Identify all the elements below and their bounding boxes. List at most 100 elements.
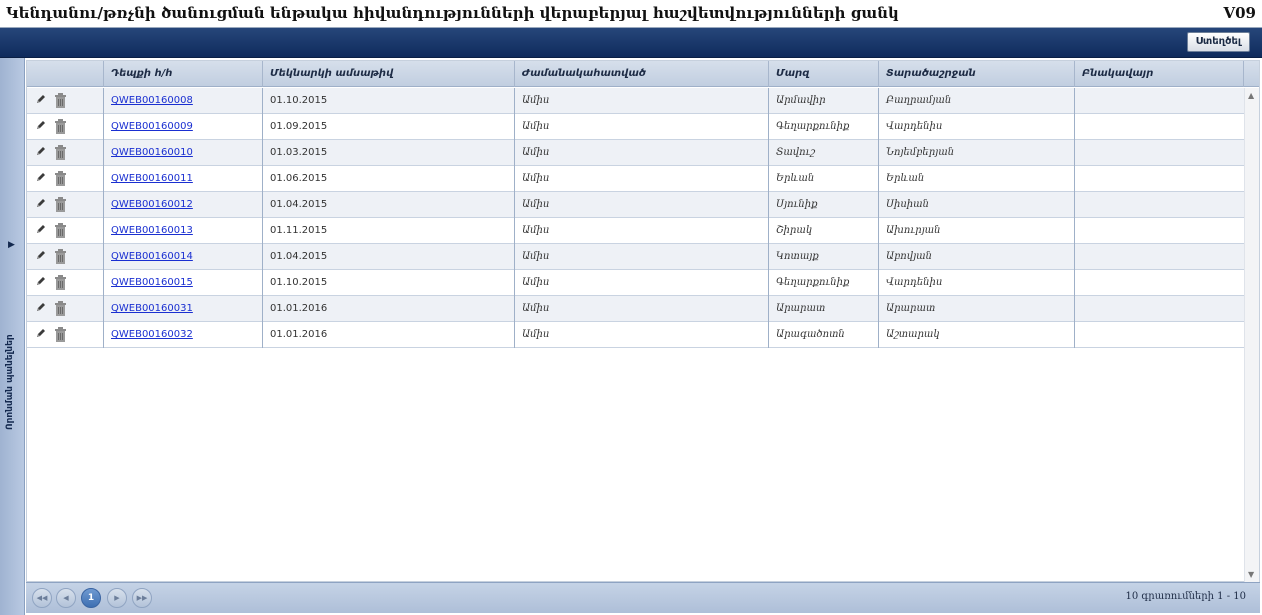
pencil-icon[interactable] bbox=[35, 93, 47, 105]
case-number-link[interactable]: QWEB00160011 bbox=[111, 173, 193, 184]
search-panel-label[interactable]: Որոնման պանելներ bbox=[5, 334, 15, 430]
row-actions bbox=[27, 322, 104, 348]
start-date-cell: 01.11.2015 bbox=[263, 218, 515, 244]
search-panel-toggle[interactable]: ▶ Որոնման պանելներ bbox=[0, 58, 25, 615]
column-header-period[interactable]: Ժամանակահատված bbox=[515, 61, 769, 87]
page-number-current[interactable]: 1 bbox=[81, 588, 101, 608]
table-row[interactable]: QWEB00160009 01.09.2015 Ամիս Գեղարքունիք… bbox=[27, 114, 1244, 140]
region-cell: Արմավիր bbox=[769, 88, 879, 114]
start-date-cell: 01.04.2015 bbox=[263, 192, 515, 218]
case-number-link[interactable]: QWEB00160009 bbox=[111, 121, 193, 132]
record-count-info: 10 գրառումների 1 - 10 bbox=[1125, 591, 1246, 602]
table-row[interactable]: QWEB00160032 01.01.2016 Ամիս Արագածոտն Ա… bbox=[27, 322, 1244, 348]
case-number-cell: QWEB00160008 bbox=[104, 88, 263, 114]
trash-icon[interactable] bbox=[54, 301, 67, 316]
prev-page-icon[interactable]: ◀ bbox=[56, 588, 76, 608]
trash-icon[interactable] bbox=[54, 119, 67, 134]
district-cell: Արարատ bbox=[879, 296, 1075, 322]
column-header-region[interactable]: Մարզ bbox=[769, 61, 879, 87]
settlement-cell bbox=[1075, 140, 1244, 166]
case-number-link[interactable]: QWEB00160015 bbox=[111, 277, 193, 288]
period-cell: Ամիս bbox=[515, 296, 769, 322]
first-page-icon[interactable]: ◀◀ bbox=[32, 588, 52, 608]
create-button[interactable]: Ստեղծել bbox=[1186, 32, 1250, 52]
pencil-icon[interactable] bbox=[35, 119, 47, 131]
start-date-cell: 01.06.2015 bbox=[263, 166, 515, 192]
pencil-icon[interactable] bbox=[35, 197, 47, 209]
trash-icon[interactable] bbox=[54, 93, 67, 108]
case-number-link[interactable]: QWEB00160010 bbox=[111, 147, 193, 158]
trash-icon[interactable] bbox=[54, 145, 67, 160]
row-actions bbox=[27, 88, 104, 114]
period-cell: Ամիս bbox=[515, 218, 769, 244]
column-header-case-number[interactable]: Դեպքի հ/հ bbox=[104, 61, 263, 87]
trash-icon[interactable] bbox=[54, 171, 67, 186]
settlement-cell bbox=[1075, 166, 1244, 192]
settlement-cell bbox=[1075, 114, 1244, 140]
case-number-cell: QWEB00160015 bbox=[104, 270, 263, 296]
case-number-link[interactable]: QWEB00160008 bbox=[111, 95, 193, 106]
table-row[interactable]: QWEB00160010 01.03.2015 Ամիս Տավուշ Նոյե… bbox=[27, 140, 1244, 166]
pencil-icon[interactable] bbox=[35, 249, 47, 261]
pencil-icon[interactable] bbox=[35, 171, 47, 183]
settlement-cell bbox=[1075, 192, 1244, 218]
table-row[interactable]: QWEB00160008 01.10.2015 Ամիս Արմավիր Բաղ… bbox=[27, 88, 1244, 114]
table-row[interactable]: QWEB00160014 01.04.2015 Ամիս Կոտայք Աբով… bbox=[27, 244, 1244, 270]
last-page-icon[interactable]: ▶▶ bbox=[132, 588, 152, 608]
expand-arrow-icon[interactable]: ▶ bbox=[8, 240, 15, 250]
region-cell: Արարատ bbox=[769, 296, 879, 322]
table-row[interactable]: QWEB00160015 01.10.2015 Ամիս Գեղարքունիք… bbox=[27, 270, 1244, 296]
table-row[interactable]: QWEB00160011 01.06.2015 Ամիս Երևան Երևան bbox=[27, 166, 1244, 192]
case-number-cell: QWEB00160014 bbox=[104, 244, 263, 270]
case-number-link[interactable]: QWEB00160032 bbox=[111, 329, 193, 340]
period-cell: Ամիս bbox=[515, 322, 769, 348]
row-actions bbox=[27, 244, 104, 270]
trash-icon[interactable] bbox=[54, 223, 67, 238]
region-cell: Երևան bbox=[769, 166, 879, 192]
trash-icon[interactable] bbox=[54, 249, 67, 264]
settlement-cell bbox=[1075, 296, 1244, 322]
table-row[interactable]: QWEB00160013 01.11.2015 Ամիս Շիրակ Ախուր… bbox=[27, 218, 1244, 244]
district-cell: Վարդենիս bbox=[879, 270, 1075, 296]
case-number-link[interactable]: QWEB00160013 bbox=[111, 225, 193, 236]
case-number-cell: QWEB00160010 bbox=[104, 140, 263, 166]
grid-body: QWEB00160008 01.10.2015 Ամիս Արմավիր Բաղ… bbox=[27, 88, 1244, 348]
trash-icon[interactable] bbox=[54, 275, 67, 290]
period-cell: Ամիս bbox=[515, 88, 769, 114]
table-row[interactable]: QWEB00160031 01.01.2016 Ամիս Արարատ Արար… bbox=[27, 296, 1244, 322]
case-number-cell: QWEB00160013 bbox=[104, 218, 263, 244]
pencil-icon[interactable] bbox=[35, 223, 47, 235]
settlement-cell bbox=[1075, 270, 1244, 296]
pencil-icon[interactable] bbox=[35, 275, 47, 287]
column-header-district[interactable]: Տարածաշրջան bbox=[879, 61, 1075, 87]
scroll-down-icon[interactable]: ▼ bbox=[1248, 570, 1254, 579]
scroll-up-icon[interactable]: ▲ bbox=[1248, 91, 1254, 100]
trash-icon[interactable] bbox=[54, 327, 67, 342]
table-row[interactable]: QWEB00160012 01.04.2015 Ամիս Սյունիք Սիս… bbox=[27, 192, 1244, 218]
grid-header: Դեպքի հ/հ Մեկնարկի ամսաթիվ Ժամանակահատվա… bbox=[27, 61, 1259, 87]
region-cell: Արագածոտն bbox=[769, 322, 879, 348]
row-actions bbox=[27, 296, 104, 322]
district-cell: Սիսիան bbox=[879, 192, 1075, 218]
district-cell: Նոյեմբերյան bbox=[879, 140, 1075, 166]
start-date-cell: 01.10.2015 bbox=[263, 270, 515, 296]
start-date-cell: 01.04.2015 bbox=[263, 244, 515, 270]
region-cell: Սյունիք bbox=[769, 192, 879, 218]
district-cell: Ախուրյան bbox=[879, 218, 1075, 244]
next-page-icon[interactable]: ▶ bbox=[107, 588, 127, 608]
case-number-link[interactable]: QWEB00160014 bbox=[111, 251, 193, 262]
trash-icon[interactable] bbox=[54, 197, 67, 212]
settlement-cell bbox=[1075, 322, 1244, 348]
start-date-cell: 01.01.2016 bbox=[263, 296, 515, 322]
settlement-cell bbox=[1075, 88, 1244, 114]
page-code: V09 bbox=[1223, 4, 1256, 22]
column-header-start-date[interactable]: Մեկնարկի ամսաթիվ bbox=[263, 61, 515, 87]
case-number-link[interactable]: QWEB00160031 bbox=[111, 303, 193, 314]
pencil-icon[interactable] bbox=[35, 301, 47, 313]
pencil-icon[interactable] bbox=[35, 145, 47, 157]
pencil-icon[interactable] bbox=[35, 327, 47, 339]
case-number-link[interactable]: QWEB00160012 bbox=[111, 199, 193, 210]
vertical-scrollbar[interactable]: ▲ ▼ bbox=[1244, 88, 1259, 582]
column-header-settlement[interactable]: Բնակավայր bbox=[1075, 61, 1244, 87]
period-cell: Ամիս bbox=[515, 140, 769, 166]
